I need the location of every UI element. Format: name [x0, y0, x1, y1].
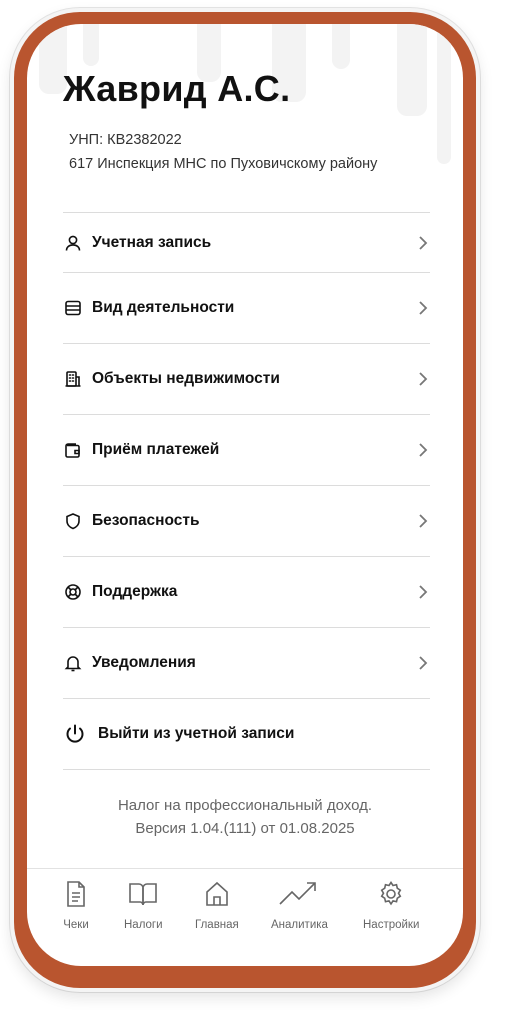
- user-icon: [63, 233, 83, 253]
- gear-icon: [377, 880, 405, 913]
- menu-item-label: Уведомления: [92, 654, 196, 671]
- bell-icon: [63, 653, 83, 673]
- profile-name: Жаврид А.С.: [63, 68, 291, 109]
- menu-item-support[interactable]: Поддержка: [63, 557, 430, 627]
- chevron-right-icon: [416, 583, 430, 601]
- menu-item-label: Поддержка: [92, 583, 178, 600]
- menu-item-property[interactable]: Объекты недвижимости: [63, 344, 430, 414]
- chevron-right-icon: [416, 299, 430, 317]
- unp-text: УНП: КВ2382022: [69, 132, 182, 148]
- tab-label: Аналитика: [271, 919, 328, 931]
- tab-label: Налоги: [124, 919, 163, 931]
- building-icon: [63, 369, 83, 389]
- tabbar-divider: [27, 868, 463, 869]
- decor-drip: [437, 24, 451, 164]
- lifebuoy-icon: [63, 582, 83, 602]
- menu-item-label: Объекты недвижимости: [92, 370, 280, 387]
- trend-icon: [277, 880, 321, 913]
- inspection-text: 617 Инспекция МНС по Пуховичскому району: [69, 156, 378, 172]
- menu-item-label: Безопасность: [92, 512, 200, 529]
- menu-item-activity[interactable]: Вид деятельности: [63, 273, 430, 343]
- tab-receipts[interactable]: Чеки: [63, 880, 89, 931]
- chevron-right-icon: [416, 654, 430, 672]
- chevron-right-icon: [416, 441, 430, 459]
- menu-item-label: Учетная запись: [92, 233, 212, 251]
- menu-item-notifications[interactable]: Уведомления: [63, 628, 430, 698]
- screen: Жаврид А.С. УНП: КВ2382022 617 Инспекция…: [27, 24, 463, 966]
- settings-menu: Учетная запись Вид деятельности Объекты …: [63, 212, 430, 770]
- decor-drip: [332, 24, 350, 69]
- list-icon: [63, 298, 83, 318]
- tab-label: Главная: [195, 919, 239, 931]
- menu-item-payments[interactable]: Приём платежей: [63, 415, 430, 485]
- chevron-right-icon: [416, 512, 430, 530]
- decor-drip: [83, 24, 99, 66]
- menu-item-security[interactable]: Безопасность: [63, 486, 430, 556]
- book-icon: [127, 880, 159, 913]
- decor-drip: [397, 24, 427, 116]
- tab-bar: Чеки Налоги Главная Аналитика Настройки: [27, 880, 463, 940]
- tab-settings[interactable]: Настройки: [363, 880, 419, 931]
- menu-item-label: Вид деятельности: [92, 299, 235, 316]
- shield-icon: [63, 511, 83, 531]
- divider: [63, 769, 430, 770]
- version-text: Версия 1.04.(111) от 01.08.2025: [135, 820, 355, 837]
- tab-label: Настройки: [363, 919, 420, 931]
- wallet-icon: [63, 440, 83, 460]
- chevron-right-icon: [416, 370, 430, 388]
- home-icon: [203, 880, 231, 913]
- tab-analytics[interactable]: Аналитика: [271, 880, 328, 931]
- tab-label: Чеки: [63, 919, 89, 931]
- tab-home[interactable]: Главная: [195, 880, 239, 931]
- chevron-right-icon: [416, 234, 430, 252]
- tax-note: Налог на профессиональный доход.: [117, 797, 373, 814]
- tab-taxes[interactable]: Налоги: [124, 880, 163, 931]
- power-icon: [63, 722, 87, 746]
- logout-button[interactable]: Выйти из учетной записи: [63, 699, 430, 769]
- logout-label: Выйти из учетной записи: [98, 725, 295, 742]
- menu-item-account[interactable]: Учетная запись: [63, 213, 430, 272]
- menu-item-label: Приём платежей: [92, 441, 220, 458]
- receipt-icon: [63, 880, 89, 913]
